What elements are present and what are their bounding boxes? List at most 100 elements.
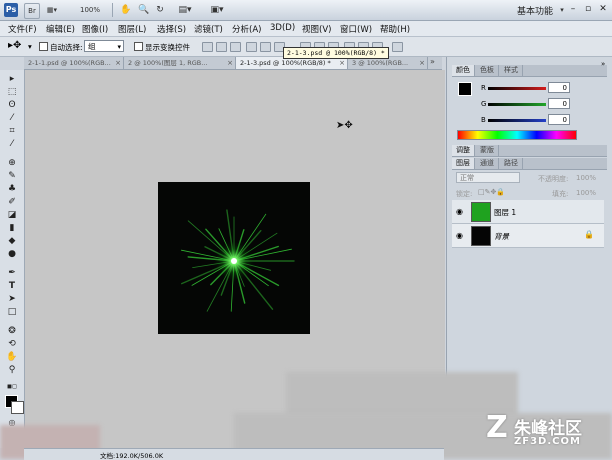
align-vcenter-icon[interactable] (216, 42, 227, 52)
menu-analysis[interactable]: 分析(A) (232, 23, 261, 35)
close-button[interactable]: ✕ (596, 3, 610, 16)
background-color-swatch[interactable] (11, 401, 24, 414)
menu-help[interactable]: 帮助(H) (380, 23, 410, 35)
channel-g-value[interactable]: 0 (548, 98, 570, 109)
bridge-icon[interactable]: Br (24, 3, 40, 19)
eye-icon[interactable]: ◉ (456, 207, 463, 216)
path-select-tool-icon[interactable]: ➤ (5, 294, 19, 304)
menu-file[interactable]: 文件(F) (8, 23, 37, 35)
panel-collapse-icon[interactable]: » (601, 60, 605, 68)
channel-r-slider[interactable] (488, 87, 546, 90)
tab-layers[interactable]: 图层 (452, 158, 475, 169)
brush-tool-icon[interactable]: ✎ (5, 171, 19, 181)
screen-mode-icon[interactable]: ▣▾ (208, 3, 226, 17)
lock-icons[interactable]: □✎✥🔒 (478, 188, 505, 196)
menu-select[interactable]: 选择(S) (157, 23, 186, 35)
arrange-documents-icon[interactable]: ▤▾ (176, 3, 194, 17)
watermark-domain: ZF3D.COM (514, 436, 581, 447)
channel-b-slider[interactable] (488, 119, 546, 122)
move-cursor-icon: ➤✥ (336, 120, 353, 131)
gradient-tool-icon[interactable]: ▮ (5, 223, 19, 233)
document-canvas[interactable] (158, 182, 310, 334)
eraser-tool-icon[interactable]: ◪ (5, 210, 19, 220)
fill-value[interactable]: 100% (576, 189, 596, 197)
move-tool-icon[interactable]: ▸✥ (8, 40, 21, 51)
hand-tool-icon[interactable]: ✋ (5, 352, 19, 362)
tool-preset-dropdown-icon[interactable]: ▾ (28, 42, 32, 51)
tab-color[interactable]: 颜色 (452, 65, 475, 76)
auto-select-dropdown[interactable]: 组 ▾ (84, 40, 124, 52)
doc-tab-2[interactable]: 2 @ 100%(图层 1, RGB... × (124, 57, 236, 69)
marquee-tool-icon[interactable]: ⬚ (5, 87, 19, 97)
workspace-switcher[interactable]: 基本功能 (517, 4, 553, 17)
history-brush-tool-icon[interactable]: ✐ (5, 197, 19, 207)
align-bottom-icon[interactable] (230, 42, 241, 52)
dodge-tool-icon[interactable]: ● (5, 249, 19, 259)
healing-brush-tool-icon[interactable]: ⊕ (5, 158, 19, 168)
channel-g-slider[interactable] (488, 103, 546, 106)
close-icon[interactable]: × (115, 57, 121, 69)
tab-adjustments[interactable]: 调整 (452, 145, 475, 156)
hand-tool-icon[interactable]: ✋ (120, 3, 132, 17)
close-icon[interactable]: × (227, 57, 233, 69)
eyedropper-tool-icon[interactable]: ⁄ (5, 139, 19, 149)
menu-filter[interactable]: 滤镜(T) (194, 23, 223, 35)
clone-stamp-tool-icon[interactable]: ♣ (5, 184, 19, 194)
auto-select-checkbox[interactable] (39, 42, 48, 51)
chevron-down-icon: ▾ (117, 43, 121, 51)
tab-paths[interactable]: 路径 (500, 158, 523, 169)
show-transform-checkbox[interactable] (134, 42, 143, 51)
restore-button[interactable]: ▫ (581, 3, 595, 16)
type-tool-icon[interactable]: T (5, 281, 19, 291)
zoom-level[interactable]: 100% (78, 3, 102, 17)
menu-bar: 文件(F) 编辑(E) 图像(I) 图层(L) 选择(S) 滤镜(T) 分析(A… (0, 21, 612, 37)
blur-tool-icon[interactable]: ◆ (5, 236, 19, 246)
eye-icon[interactable]: ◉ (456, 231, 463, 240)
align-left-icon[interactable] (246, 42, 257, 52)
align-top-icon[interactable] (202, 42, 213, 52)
color-spectrum-bar[interactable] (457, 130, 577, 140)
menu-view[interactable]: 视图(V) (302, 23, 331, 35)
layer-name: 图层 1 (494, 208, 517, 217)
tab-overflow-icon[interactable]: » (430, 57, 435, 66)
minimize-button[interactable]: – (566, 3, 580, 16)
move-tool-icon[interactable]: ▸ (5, 74, 19, 84)
3d-rotate-tool-icon[interactable]: ❂ (5, 326, 19, 336)
quick-select-tool-icon[interactable]: ⁄ (5, 113, 19, 123)
close-icon[interactable]: × (419, 57, 425, 69)
tab-channels[interactable]: 通道 (476, 158, 499, 169)
zoom-tool-icon[interactable]: 🔍 (138, 3, 150, 17)
auto-select-value: 组 (88, 42, 96, 51)
color-foreground-swatch[interactable] (458, 82, 472, 96)
pen-tool-icon[interactable]: ✒ (5, 268, 19, 278)
tab-styles[interactable]: 样式 (500, 65, 523, 76)
workspace-dropdown-icon[interactable]: ▾ (558, 3, 566, 17)
zoom-tool-icon[interactable]: ⚲ (5, 365, 19, 375)
default-colors-icon[interactable]: ◼◻ (5, 382, 19, 392)
opacity-value[interactable]: 100% (576, 174, 596, 182)
layer-row-1[interactable]: ◉ 图层 1 (452, 200, 604, 224)
menu-layer[interactable]: 图层(L) (118, 23, 146, 35)
doc-tab-2-1-1[interactable]: 2-1-1.psd @ 100%(RGB... × (24, 57, 124, 69)
3d-orbit-tool-icon[interactable]: ⟲ (5, 339, 19, 349)
blend-mode-value: 正常 (460, 174, 474, 182)
rotate-view-icon[interactable]: ↻ (154, 3, 166, 17)
channel-r-value[interactable]: 0 (548, 82, 570, 93)
view-extras-icon[interactable]: ▦▾ (44, 3, 60, 17)
menu-edit[interactable]: 编辑(E) (46, 23, 75, 35)
channel-b-value[interactable]: 0 (548, 114, 570, 125)
blend-mode-dropdown[interactable]: 正常 (456, 172, 520, 183)
menu-image[interactable]: 图像(I) (82, 23, 108, 35)
menu-3d[interactable]: 3D(D) (270, 23, 295, 33)
doc-tab-label: 2-1-3.psd @ 100%(RGB/8) * (240, 59, 331, 67)
auto-align-icon[interactable] (392, 42, 403, 52)
tab-swatches[interactable]: 色板 (476, 65, 499, 76)
shape-tool-icon[interactable]: □ (5, 307, 19, 317)
layer-row-background[interactable]: ◉ 背景 🔒 (452, 224, 604, 248)
tab-masks[interactable]: 蒙版 (476, 145, 499, 156)
crop-tool-icon[interactable]: ⌗ (5, 126, 19, 136)
align-hcenter-icon[interactable] (260, 42, 271, 52)
lasso-tool-icon[interactable]: ʘ (5, 100, 19, 110)
zf3d-logo-icon: Z (486, 410, 508, 445)
menu-window[interactable]: 窗口(W) (340, 23, 372, 35)
